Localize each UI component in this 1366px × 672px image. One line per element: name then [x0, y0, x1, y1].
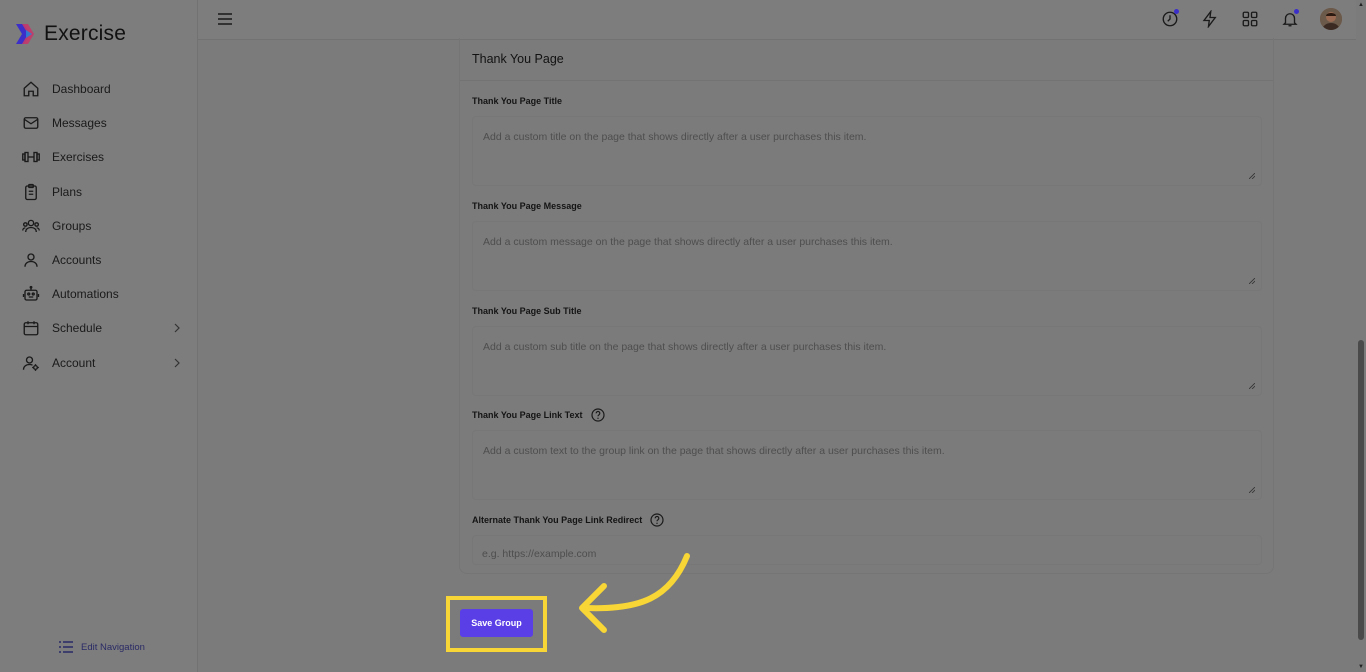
- topbar-actions: [1160, 8, 1342, 30]
- field-label: Thank You Page Sub Title: [472, 304, 1262, 318]
- sidebar-item-dashboard[interactable]: Dashboard: [22, 72, 182, 106]
- robot-icon: [22, 285, 40, 303]
- sidebar-item-automations[interactable]: Automations: [22, 277, 182, 311]
- scroll-thumb[interactable]: [1358, 340, 1364, 640]
- field-label-text: Alternate Thank You Page Link Redirect: [472, 515, 643, 525]
- app-logo[interactable]: Exercise: [14, 22, 126, 46]
- home-icon: [22, 80, 40, 98]
- sidebar-item-label: Automations: [52, 287, 119, 302]
- pointer-arrow-icon: [579, 553, 690, 633]
- placeholder-text: Add a custom text to the group link on t…: [483, 445, 945, 457]
- clock-icon[interactable]: [1160, 8, 1180, 30]
- save-group-button[interactable]: Save Group: [460, 609, 533, 637]
- thank-you-subtitle-field: Thank You Page Sub Title Add a custom su…: [472, 304, 1262, 396]
- sidebar-item-label: Accounts: [52, 253, 102, 268]
- sidebar-nav: Dashboard Messages Exercises Plans Group…: [22, 72, 182, 380]
- field-label-text: Thank You Page Title: [472, 96, 563, 106]
- placeholder-text: Add a custom title on the page that show…: [483, 131, 867, 143]
- sidebar-item-plans[interactable]: Plans: [22, 175, 182, 209]
- thank-you-subtitle-textarea[interactable]: Add a custom sub title on the page that …: [472, 326, 1262, 396]
- sidebar-item-groups[interactable]: Groups: [22, 209, 182, 243]
- thank-you-title-textarea[interactable]: Add a custom title on the page that show…: [472, 116, 1262, 186]
- list-icon: [59, 641, 73, 653]
- field-label-text: Thank You Page Sub Title: [472, 306, 582, 316]
- notification-dot: [1294, 9, 1299, 14]
- edit-navigation-label: Edit Navigation: [81, 641, 145, 653]
- sidebar-item-label: Plans: [52, 184, 83, 199]
- chevron-right-icon: [174, 323, 180, 333]
- user-icon: [22, 251, 40, 269]
- thank-you-link-text-field: Thank You Page Link Text Add a custom te…: [472, 408, 1262, 500]
- thank-you-message-field: Thank You Page Message Add a custom mess…: [472, 199, 1262, 291]
- help-icon[interactable]: [650, 513, 664, 527]
- field-label-text: Thank You Page Link Text: [472, 410, 583, 420]
- logo-mark-icon: [16, 24, 34, 44]
- sidebar-item-label: Exercises: [52, 150, 105, 165]
- field-label: Thank You Page Title: [472, 94, 1262, 108]
- placeholder-text: Add a custom message on the page that sh…: [483, 236, 893, 248]
- field-label: Thank You Page Message: [472, 199, 1262, 213]
- sidebar-item-label: Dashboard: [52, 82, 111, 97]
- bell-icon[interactable]: [1280, 8, 1300, 30]
- avatar-image: [1320, 8, 1342, 30]
- page-scrollbar[interactable]: ▲ ▼: [1356, 0, 1366, 672]
- topbar: [198, 0, 1366, 40]
- thank-you-message-textarea[interactable]: Add a custom message on the page that sh…: [472, 221, 1262, 291]
- calendar-icon: [22, 319, 40, 337]
- sidebar-item-exercises[interactable]: Exercises: [22, 140, 182, 174]
- avatar[interactable]: [1320, 8, 1342, 30]
- placeholder-text: Add a custom sub title on the page that …: [483, 341, 887, 353]
- help-icon[interactable]: [590, 408, 605, 422]
- sidebar-item-account[interactable]: Account: [22, 346, 182, 380]
- users-icon: [22, 217, 40, 235]
- resize-handle-icon[interactable]: [1249, 278, 1255, 284]
- mail-icon: [22, 114, 40, 132]
- sidebar-item-schedule[interactable]: Schedule: [22, 311, 182, 345]
- sidebar: Exercise Dashboard Messages Exercises Pl…: [0, 0, 198, 672]
- sidebar-item-messages[interactable]: Messages: [22, 106, 182, 140]
- field-label: Alternate Thank You Page Link Redirect: [472, 513, 1262, 527]
- thank-you-link-text-textarea[interactable]: Add a custom text to the group link on t…: [472, 430, 1262, 500]
- scroll-up-icon[interactable]: ▲: [1358, 2, 1364, 8]
- lightning-icon[interactable]: [1200, 8, 1220, 30]
- resize-handle-icon[interactable]: [1249, 487, 1255, 493]
- scroll-down-icon[interactable]: ▼: [1358, 664, 1364, 670]
- clipboard-icon: [22, 183, 40, 201]
- sidebar-item-label: Account: [52, 355, 96, 370]
- user-settings-icon: [22, 354, 40, 372]
- sidebar-item-label: Groups: [52, 218, 92, 233]
- sidebar-item-accounts[interactable]: Accounts: [22, 243, 182, 277]
- sidebar-item-label: Messages: [52, 116, 107, 131]
- app-name: Exercise: [44, 22, 127, 45]
- dumbbell-icon: [22, 148, 40, 166]
- resize-handle-icon[interactable]: [1249, 173, 1255, 179]
- hamburger-menu-icon[interactable]: [218, 12, 232, 26]
- field-label: Thank You Page Link Text: [472, 408, 1262, 422]
- chevron-right-icon: [174, 358, 180, 368]
- edit-navigation-link[interactable]: Edit Navigation: [59, 641, 145, 653]
- sidebar-item-label: Schedule: [52, 321, 103, 336]
- resize-handle-icon[interactable]: [1249, 383, 1255, 389]
- notification-dot: [1174, 9, 1179, 14]
- thank-you-page-card: Thank You Page Thank You Page Title Add …: [459, 38, 1274, 574]
- card-header: Thank You Page: [460, 38, 1273, 81]
- field-label-text: Thank You Page Message: [472, 201, 582, 211]
- thank-you-title-field: Thank You Page Title Add a custom title …: [472, 94, 1262, 186]
- section-title: Thank You Page: [472, 52, 564, 66]
- grid-icon[interactable]: [1240, 8, 1260, 30]
